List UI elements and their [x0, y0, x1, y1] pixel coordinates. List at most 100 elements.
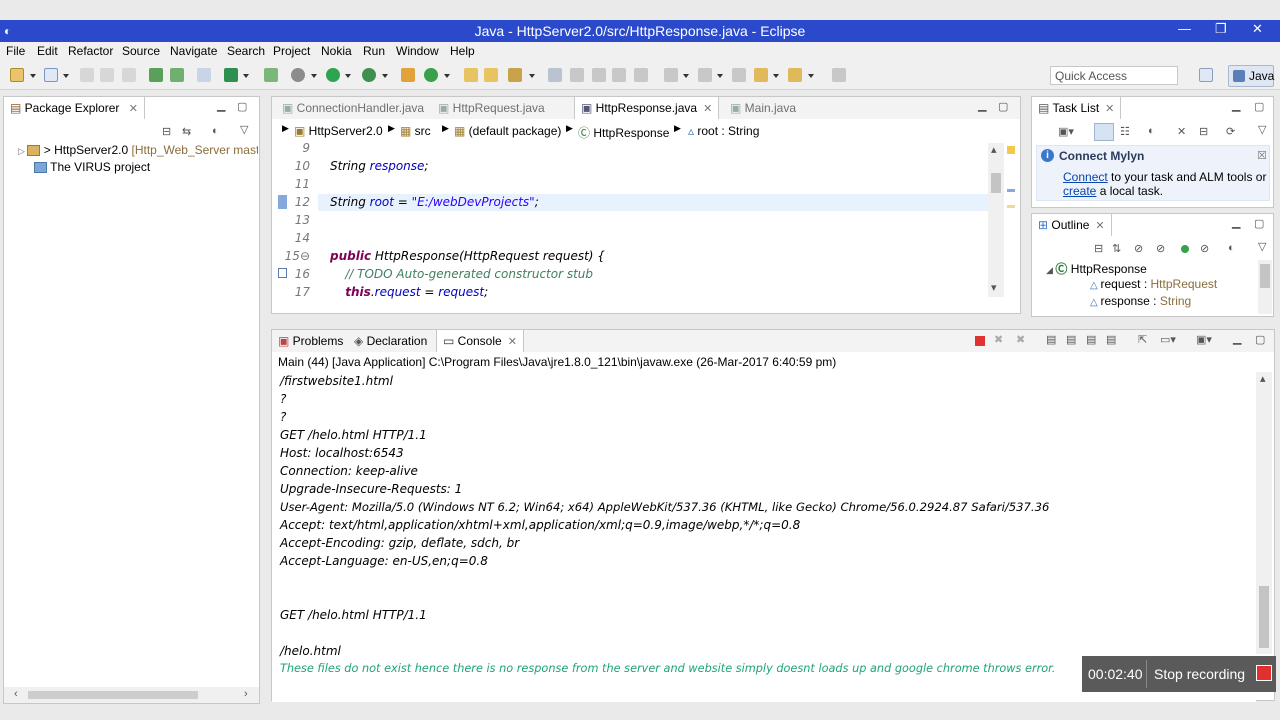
collapse-all-icon[interactable]: ⊟	[1094, 242, 1103, 255]
new-java-project-icon[interactable]	[264, 68, 278, 82]
outline-scrollbar[interactable]	[1258, 260, 1272, 314]
close-icon[interactable]: ✕	[703, 103, 712, 115]
connect-link[interactable]: Connect	[1063, 170, 1108, 184]
show-whitespace-icon[interactable]	[634, 68, 648, 82]
new-class-icon[interactable]	[424, 68, 438, 82]
tree-item[interactable]: ▷ > HttpServer2.0 [Http_Web_Server maste	[18, 143, 258, 159]
scroll-lock-icon[interactable]: ▤	[1066, 333, 1076, 346]
chevron-down-icon[interactable]	[63, 74, 69, 78]
tab-console[interactable]: ▭ Console ✕	[436, 330, 524, 352]
run-external-icon[interactable]	[362, 68, 376, 82]
horizontal-scrollbar[interactable]: ‹ ›	[4, 687, 259, 703]
synchronize-icon[interactable]: ⟳	[1226, 125, 1235, 138]
tab-problems[interactable]: ▣ Problems	[272, 330, 349, 352]
run-icon[interactable]	[326, 68, 340, 82]
close-icon[interactable]: ✕	[129, 103, 138, 115]
menu-project[interactable]: Project	[273, 44, 310, 58]
tab-httpresponse[interactable]: ▣ HttpResponse.java ✕	[574, 97, 720, 119]
menu-file[interactable]: File	[6, 44, 25, 58]
close-icon[interactable]: ☒	[1257, 149, 1267, 162]
save-icon[interactable]	[80, 68, 94, 82]
skip-breakpoints-icon[interactable]	[197, 68, 211, 82]
tab-package-explorer[interactable]: ▤ Package Explorer ✕	[4, 97, 145, 119]
menu-navigate[interactable]: Navigate	[170, 44, 217, 58]
collapse-all-icon[interactable]: ⊟	[162, 125, 171, 138]
chevron-down-icon[interactable]	[808, 74, 814, 78]
new-icon[interactable]	[10, 68, 24, 82]
chevron-down-icon[interactable]	[243, 74, 249, 78]
scroll-up-icon[interactable]: ▴	[991, 143, 997, 156]
task-checkbox-icon[interactable]	[224, 68, 238, 82]
tab-connectionhandler[interactable]: ▣ ConnectionHandler.java	[276, 97, 430, 119]
menu-run[interactable]: Run	[363, 44, 385, 58]
show-on-output-icon[interactable]: ▤	[1106, 333, 1116, 346]
open-console-icon[interactable]: ▣▾	[1196, 333, 1212, 346]
focus-icon[interactable]: ◐	[1148, 125, 1155, 137]
breadcrumb-project[interactable]: ▣ HttpServer2.0	[294, 124, 383, 138]
close-icon[interactable]: ✕	[1105, 103, 1114, 115]
scroll-thumb[interactable]	[1259, 586, 1269, 648]
maximize-view-icon[interactable]: ▢	[237, 100, 247, 113]
chevron-down-icon[interactable]	[382, 74, 388, 78]
expand-icon[interactable]: ▷	[18, 146, 27, 156]
stop-record-icon[interactable]	[1256, 665, 1272, 681]
scroll-thumb[interactable]	[991, 173, 1001, 193]
prev-annotation-icon[interactable]	[698, 68, 712, 82]
close-window-button[interactable]: ✕	[1252, 21, 1263, 37]
next-annotation-icon[interactable]	[664, 68, 678, 82]
menu-search[interactable]: Search	[227, 44, 265, 58]
open-perspective-icon[interactable]	[1199, 68, 1213, 82]
console-vertical-scrollbar[interactable]: ▴	[1256, 372, 1272, 654]
scroll-right-icon[interactable]: ›	[244, 688, 248, 700]
scroll-left-icon[interactable]: ‹	[14, 688, 18, 700]
breadcrumb-src[interactable]: ▦ src	[400, 124, 431, 138]
chevron-down-icon[interactable]	[311, 74, 317, 78]
minimize-view-icon[interactable]: ▁	[217, 99, 225, 112]
toggle-icon[interactable]	[612, 68, 626, 82]
back-icon[interactable]	[754, 68, 768, 82]
tab-httprequest[interactable]: ▣ HttpRequest.java	[432, 97, 551, 119]
chevron-down-icon[interactable]: ▽	[1258, 240, 1266, 253]
search-icon[interactable]	[508, 68, 522, 82]
maximize-view-icon[interactable]: ▢	[1255, 333, 1265, 346]
forward-icon[interactable]	[788, 68, 802, 82]
hide-static-icon[interactable]: ⊘	[1156, 242, 1165, 255]
maximize-view-icon[interactable]: ▢	[998, 100, 1008, 113]
collapse-icon[interactable]: ◢	[1046, 265, 1055, 275]
chevron-down-icon[interactable]	[683, 74, 689, 78]
link-editor-icon[interactable]: ⇆	[182, 125, 191, 138]
new-package-icon[interactable]	[401, 68, 415, 82]
terminate-icon[interactable]	[975, 336, 985, 346]
minimize-view-icon[interactable]: ▁	[978, 99, 986, 112]
export-icon[interactable]	[170, 68, 184, 82]
new-task-icon[interactable]: ▣▾	[1058, 125, 1074, 138]
code-area[interactable]: 9 10 11 12 13 14 15⊖ 16 17 String respon…	[272, 143, 988, 313]
menu-window[interactable]: Window	[396, 44, 439, 58]
chevron-down-icon[interactable]	[345, 74, 351, 78]
print-icon[interactable]	[122, 68, 136, 82]
open-type-icon[interactable]	[44, 68, 58, 82]
open-file-icon[interactable]	[484, 68, 498, 82]
chevron-down-icon[interactable]	[30, 74, 36, 78]
chevron-down-icon[interactable]	[717, 74, 723, 78]
scheduled-icon[interactable]: ☷	[1120, 125, 1130, 138]
menu-source[interactable]: Source	[122, 44, 160, 58]
remove-all-icon[interactable]: ✖	[1016, 333, 1025, 346]
outline-field-node[interactable]: △ response : String	[1090, 294, 1191, 308]
menu-help[interactable]: Help	[450, 44, 475, 58]
hide-local-types-icon[interactable]: ⊘	[1200, 242, 1209, 255]
chevron-down-icon[interactable]: ▽	[1258, 123, 1266, 136]
pin-console-icon[interactable]: ⇱	[1138, 333, 1147, 346]
scroll-up-icon[interactable]: ▴	[1260, 372, 1266, 385]
create-link[interactable]: create	[1063, 184, 1096, 198]
menu-edit[interactable]: Edit	[37, 44, 58, 58]
hide-completed-icon[interactable]: ✕	[1177, 125, 1186, 138]
chevron-down-icon[interactable]	[529, 74, 535, 78]
clear-console-icon[interactable]: ▤	[1046, 333, 1056, 346]
console-output[interactable]: /firstwebsite1.html ? ? GET /helo.html H…	[272, 372, 1256, 702]
view-menu-icon[interactable]: ◐	[1228, 242, 1235, 254]
maximize-view-icon[interactable]: ▢	[1254, 100, 1264, 113]
close-icon[interactable]: ✕	[1095, 220, 1104, 232]
chevron-down-icon[interactable]	[773, 74, 779, 78]
open-folder-icon[interactable]	[464, 68, 478, 82]
